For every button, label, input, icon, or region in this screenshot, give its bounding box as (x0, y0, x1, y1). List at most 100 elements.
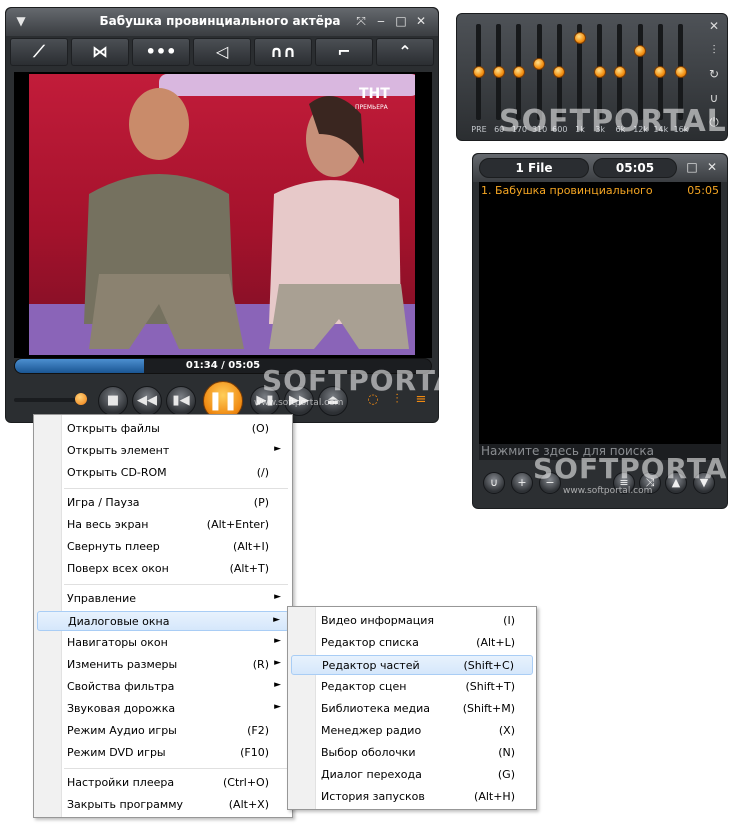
submenu-arrow-icon: ► (274, 444, 281, 454)
playlist-header[interactable]: 1 File 05:05 □ ✕ (473, 154, 727, 182)
menu-item[interactable]: История запусков (Alt+H) (291, 787, 533, 807)
eq-band-knob[interactable] (512, 66, 525, 78)
rewind-icon[interactable]: ◀◀ (132, 386, 162, 416)
dialogs-submenu: Видео информация (I) Редактор списка (Alt+L… (287, 606, 537, 810)
menu-item[interactable]: Менеджер радио (X) (291, 721, 533, 741)
curve-icon[interactable]: ⟋ (10, 38, 68, 66)
eq-band-knob[interactable] (573, 32, 586, 45)
menu-separator (64, 488, 288, 489)
menu-item[interactable]: Свойства фильтра ► (37, 677, 289, 697)
maximize-icon[interactable]: □ (394, 14, 408, 28)
menu-item-shortcut: (Shift+T) (465, 680, 515, 693)
menu-item[interactable]: Открыть элемент ► (37, 441, 289, 461)
menu-item-shortcut: (G) (497, 768, 515, 781)
context-menu: Открыть файлы (O) Открыть элемент ► Открыть … (33, 414, 293, 818)
menu-item-label: Режим DVD игры (67, 746, 166, 759)
menu-item[interactable]: Режим Аудио игры (F2) (37, 721, 289, 741)
menu-item[interactable]: Редактор списка (Alt+L) (291, 633, 533, 653)
menu-separator (64, 584, 288, 585)
watermark-sub: www.softportal.com (563, 486, 653, 496)
equalizer-presets-icon[interactable]: ⫶ (706, 42, 722, 58)
menu-item-label: Редактор списка (321, 636, 419, 649)
menu-item-shortcut: (Alt+Enter) (206, 518, 269, 531)
dots-icon[interactable]: ••• (132, 38, 190, 66)
playlist-item[interactable]: 1. Бабушка провинциального 05:05 (481, 184, 719, 198)
title-bar[interactable]: ▼ Бабушка провинциального актёра ⤧ ‒ □ ✕ (6, 8, 438, 36)
eq-band-knob[interactable] (593, 66, 606, 78)
eq-band-knob[interactable] (492, 66, 505, 78)
menu-item[interactable]: Навигаторы окон ► (37, 633, 289, 653)
menu-item[interactable]: Редактор сцен (Shift+T) (291, 677, 533, 697)
menu-item[interactable]: Видео информация (I) (291, 611, 533, 631)
menu-item-shortcut: (F10) (240, 746, 269, 759)
eq-band-knob[interactable] (553, 66, 566, 78)
close-icon[interactable]: ✕ (705, 160, 719, 174)
minimize-icon[interactable]: ‒ (374, 14, 388, 28)
eq-band-knob[interactable] (613, 66, 626, 78)
volume-knob[interactable] (75, 393, 87, 405)
menu-item-label: Диалоговые окна (68, 615, 170, 628)
menu-item[interactable]: Поверх всех окон (Alt+T) (37, 559, 289, 579)
eq-band-knob[interactable] (533, 57, 546, 70)
menu-item-label: Режим Аудио игры (67, 724, 177, 737)
menu-item-shortcut: (Shift+C) (463, 659, 514, 672)
fullscreen-icon[interactable]: ⤧ (354, 14, 368, 28)
menu-item[interactable]: Режим DVD игры (F10) (37, 743, 289, 763)
video-area[interactable]: ТНТ ПРЕМЬЕРА (14, 72, 432, 358)
menu-item[interactable]: Открыть CD-ROM (/) (37, 463, 289, 483)
wave-icon[interactable]: ∩∩ (254, 38, 312, 66)
send-icon[interactable]: ◁ (193, 38, 251, 66)
menu-item-shortcut: (X) (498, 724, 515, 737)
menu-item-label: Открыть CD-ROM (67, 466, 167, 479)
menu-item[interactable]: На весь экран (Alt+Enter) (37, 515, 289, 535)
menu-item[interactable]: Настройки плеера (Ctrl+O) (37, 773, 289, 793)
menu-item[interactable]: Диалоговые окна ► (37, 611, 289, 631)
watermark-text: SOFTPORTAL (262, 364, 476, 397)
menu-item-label: Менеджер радио (321, 724, 422, 737)
menu-item[interactable]: Свернуть плеер (Alt+I) (37, 537, 289, 557)
menu-item[interactable]: Закрыть программу (Alt+X) (37, 795, 289, 815)
reset-icon[interactable]: ↻ (706, 66, 722, 82)
eq-band-knob[interactable] (674, 66, 687, 78)
menu-item[interactable]: Выбор оболочки (N) (291, 743, 533, 763)
shuttle-icon[interactable]: ⋈ (71, 38, 129, 66)
menu-item[interactable]: Библиотека медиа (Shift+M) (291, 699, 533, 719)
playlist-list[interactable]: 1. Бабушка провинциального 05:05 (479, 182, 721, 460)
playlist-window: 1 File 05:05 □ ✕ 1. Бабушка провинциальн… (472, 153, 737, 509)
eq-band-knob[interactable] (472, 66, 485, 78)
watermark-text: SOFTPORTAL (533, 452, 737, 485)
menu-item[interactable]: Редактор частей (Shift+C) (291, 655, 533, 675)
stop-icon[interactable]: ■ (98, 386, 128, 416)
menu-item[interactable]: Диалог перехода (G) (291, 765, 533, 785)
eq-band-knob[interactable] (654, 66, 667, 78)
menu-item-shortcut: (Shift+M) (462, 702, 515, 715)
menu-down-icon[interactable]: ▼ (14, 14, 28, 28)
menu-item-label: История запусков (321, 790, 425, 803)
menu-item[interactable]: Игра / Пауза (P) (37, 493, 289, 513)
menu-item-label: Редактор сцен (321, 680, 407, 693)
menu-item[interactable]: Изменить размеры (R) ► (37, 655, 289, 675)
eq-band-knob[interactable] (634, 45, 647, 57)
submenu-arrow-icon: ► (274, 702, 281, 712)
magnet-icon[interactable]: ∪ (483, 472, 505, 494)
playlist-item-duration: 05:05 (687, 184, 719, 197)
volume-slider[interactable] (14, 398, 76, 402)
close-icon[interactable]: ✕ (414, 14, 428, 28)
menu-item[interactable]: Открыть файлы (O) (37, 419, 289, 439)
menu-item-shortcut: (F2) (247, 724, 269, 737)
previous-icon[interactable]: ▮◀ (166, 386, 196, 416)
menu-item[interactable]: Звуковая дорожка ► (37, 699, 289, 719)
peak-icon[interactable]: ⌃ (376, 38, 434, 66)
menu-item-shortcut: (Alt+X) (228, 798, 269, 811)
add-icon[interactable]: + (511, 472, 533, 494)
tv-logo-sub: ПРЕМЬЕРА (355, 104, 388, 111)
menu-item-shortcut: (Alt+H) (474, 790, 515, 803)
menu-item-label: Изменить размеры (67, 658, 178, 671)
close-icon[interactable]: ✕ (706, 18, 722, 34)
menu-item-label: Открыть элемент (67, 444, 170, 457)
maximize-icon[interactable]: □ (685, 160, 699, 174)
menu-item-shortcut: (I) (503, 614, 515, 627)
playlist-item-title: 1. Бабушка провинциального (481, 184, 653, 197)
step-icon[interactable]: ⌐ (315, 38, 373, 66)
menu-item[interactable]: Управление ► (37, 589, 289, 609)
